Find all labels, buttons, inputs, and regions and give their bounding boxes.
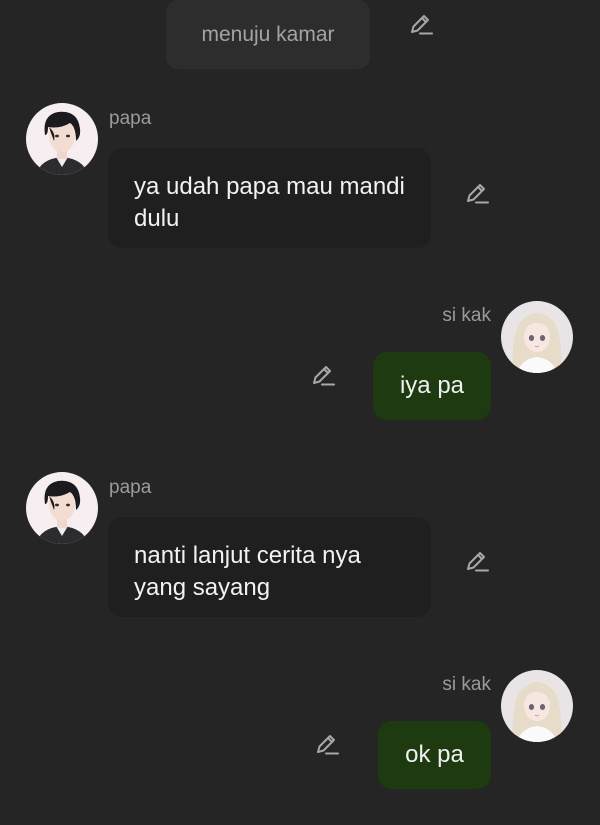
- message-bubble: iya pa: [373, 352, 491, 420]
- message-text: nanti lanjut cerita nya yang sayang: [134, 542, 361, 601]
- pencil-edit-icon[interactable]: [408, 11, 434, 37]
- narration-bubble: menuju kamar: [166, 0, 370, 69]
- papa-avatar[interactable]: [26, 472, 98, 544]
- sender-name: papa: [109, 477, 152, 498]
- si-kak-avatar[interactable]: [501, 670, 573, 742]
- message-text: iya pa: [399, 372, 465, 399]
- sender-name: si kak: [442, 674, 491, 695]
- pencil-edit-icon[interactable]: [464, 548, 490, 574]
- pencil-edit-icon[interactable]: [310, 362, 336, 388]
- message-bubble: nanti lanjut cerita nya yang sayang: [108, 517, 431, 617]
- papa-avatar[interactable]: [26, 103, 98, 175]
- message-text: ya udah papa mau mandi dulu: [134, 173, 405, 232]
- narration-text: menuju kamar: [201, 22, 335, 46]
- message-text: ok pa: [405, 741, 464, 768]
- sender-name: si kak: [442, 305, 491, 326]
- sender-name: papa: [109, 108, 152, 129]
- pencil-edit-icon[interactable]: [464, 180, 490, 206]
- pencil-edit-icon[interactable]: [314, 731, 340, 757]
- message-bubble: ok pa: [378, 721, 491, 789]
- message-bubble: ya udah papa mau mandi dulu: [108, 148, 431, 248]
- si-kak-avatar[interactable]: [501, 301, 573, 373]
